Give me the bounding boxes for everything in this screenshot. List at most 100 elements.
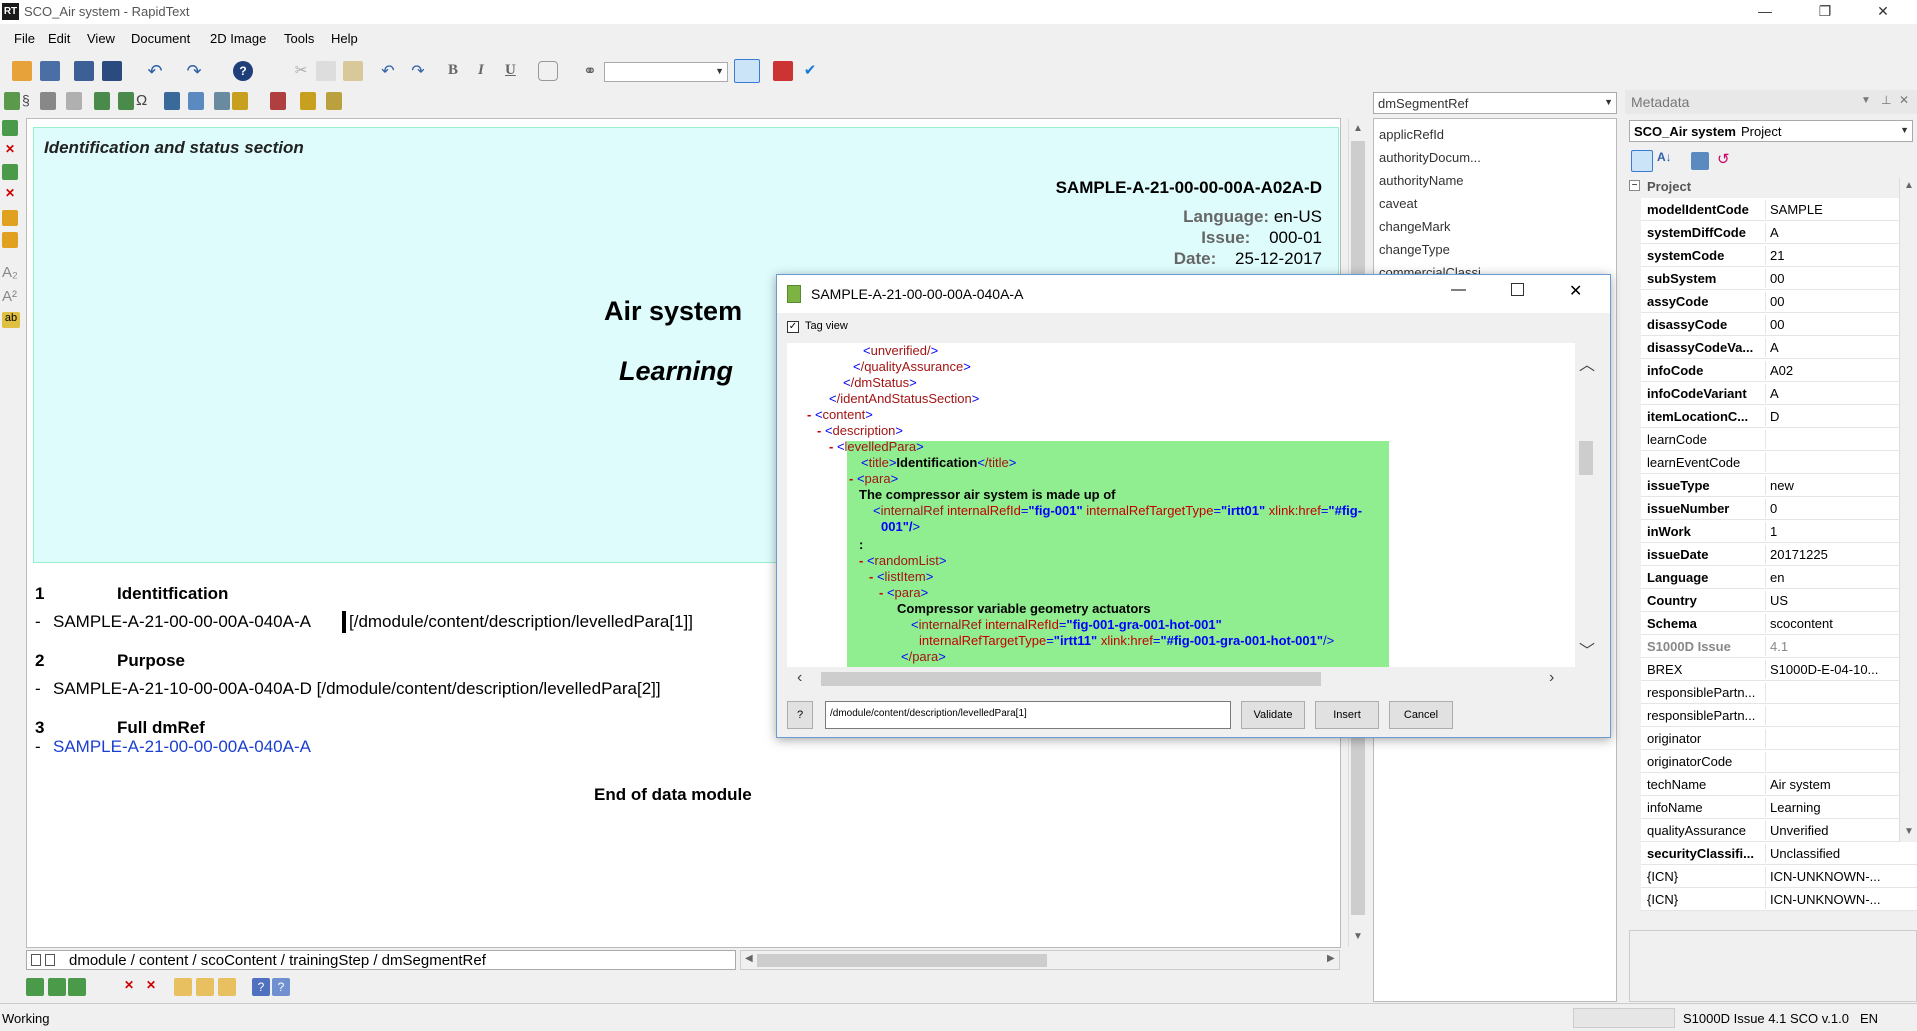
property-value[interactable]: 20171225 [1765, 545, 1905, 564]
property-value[interactable]: en [1765, 568, 1905, 587]
undo-icon[interactable]: ↶ [145, 61, 165, 81]
scroll-left-icon[interactable]: ◀ [745, 953, 753, 964]
xml-hscroll[interactable]: ‹ › [787, 669, 1575, 689]
property-row[interactable]: originatorCode [1641, 750, 1917, 773]
property-value[interactable] [1765, 453, 1905, 472]
property-row[interactable]: Language en [1641, 566, 1917, 589]
item-2-ref[interactable]: SAMPLE-A-21-10-00-00A-040A-D [/dmodule/c… [53, 679, 661, 699]
scroll-up-icon[interactable]: ▲ [1353, 123, 1363, 134]
property-row[interactable]: techName Air system [1641, 773, 1917, 796]
property-value[interactable]: Unclassified [1765, 844, 1905, 863]
screen-icon[interactable] [102, 61, 122, 81]
property-row[interactable]: assyCode 00 [1641, 290, 1917, 313]
delete-icon[interactable]: ✕ [2, 142, 18, 158]
reset-icon[interactable]: ↺ [1717, 150, 1739, 172]
section-icon[interactable]: § [22, 92, 36, 110]
bold-icon[interactable]: B [448, 62, 458, 79]
attr-item[interactable]: changeType [1379, 242, 1450, 257]
save-all-icon[interactable] [74, 61, 94, 81]
help-icon[interactable]: ? [233, 61, 253, 81]
label-icon[interactable]: ab [2, 312, 20, 328]
property-row[interactable]: BREX S1000D-E-04-10... [1641, 658, 1917, 681]
property-row[interactable]: Country US [1641, 589, 1917, 612]
metadata-vscroll[interactable]: ▲ ▼ [1899, 178, 1917, 842]
xml-vscroll[interactable]: ︿ ﹀ [1575, 343, 1597, 667]
property-value[interactable]: new [1765, 476, 1905, 495]
tree-icon[interactable] [31, 954, 41, 966]
xml-hscroll-thumb[interactable] [821, 672, 1321, 686]
property-row[interactable]: disassyCodeVa... A [1641, 336, 1917, 359]
paste-icon[interactable] [343, 61, 363, 81]
insert-button[interactable]: Insert [1315, 701, 1379, 729]
property-value[interactable]: Unverified [1765, 821, 1905, 840]
property-row[interactable]: securityClassifi... Unclassified [1641, 842, 1917, 865]
property-row[interactable]: {ICN} ICN-UNKNOWN-... [1641, 888, 1917, 911]
property-row[interactable]: issueDate 20171225 [1641, 543, 1917, 566]
scroll-right-icon[interactable]: ▶ [1327, 953, 1335, 964]
query-help-icon[interactable]: ? [272, 978, 290, 996]
property-value[interactable]: A02 [1765, 361, 1905, 380]
xml-view[interactable]: <unverified/> </qualityAssurance> </dmSt… [787, 343, 1575, 667]
property-row[interactable]: S1000D Issue 4.1 [1641, 635, 1917, 658]
spellcheck-icon[interactable] [773, 61, 793, 81]
xml-vscroll-thumb[interactable] [1579, 441, 1593, 475]
collapse-icon[interactable]: − [1629, 180, 1640, 191]
property-row[interactable]: disassyCode 00 [1641, 313, 1917, 336]
property-value[interactable]: SAMPLE [1765, 200, 1905, 219]
property-value[interactable]: 00 [1765, 292, 1905, 311]
categorized-icon[interactable] [1631, 150, 1653, 172]
menu-view[interactable]: View [87, 31, 115, 46]
scroll-down-icon[interactable]: ▼ [1904, 826, 1914, 837]
delete-all-icon[interactable]: ✕ [142, 978, 160, 996]
add-green-icon[interactable] [2, 120, 18, 136]
dialog-close-button[interactable]: ✕ [1569, 281, 1582, 301]
menu-2d-image[interactable]: 2D Image [210, 31, 266, 46]
element-selector[interactable]: dmSegmentRef ▼ [1373, 92, 1617, 114]
property-row[interactable]: subSystem 00 [1641, 267, 1917, 290]
property-value[interactable]: ICN-UNKNOWN-... [1765, 867, 1905, 886]
property-value[interactable]: 00 [1765, 315, 1905, 334]
property-value[interactable]: Air system [1765, 775, 1905, 794]
property-row[interactable]: responsiblePartn... [1641, 704, 1917, 727]
undo-small-icon[interactable]: ↶ [378, 61, 398, 81]
property-value[interactable]: 4.1 [1765, 637, 1905, 656]
structure-icon[interactable] [164, 92, 180, 110]
table-add-icon[interactable] [174, 978, 192, 996]
property-row[interactable]: issueType new [1641, 474, 1917, 497]
italic-icon[interactable]: I [478, 62, 484, 79]
image-icon[interactable] [188, 92, 204, 110]
underline-icon[interactable]: U [505, 62, 516, 79]
add-row-icon[interactable] [94, 92, 110, 110]
move-down-icon[interactable] [2, 210, 18, 226]
scroll-down-icon[interactable]: ﹀ [1579, 637, 1595, 661]
table-row-icon[interactable] [218, 978, 236, 996]
caution-icon[interactable] [270, 92, 286, 110]
page-icon[interactable] [45, 954, 55, 966]
property-value[interactable]: ICN-UNKNOWN-... [1765, 890, 1905, 909]
property-value[interactable]: 00 [1765, 269, 1905, 288]
attention-icon[interactable] [326, 92, 342, 110]
property-row[interactable]: learnEventCode [1641, 451, 1917, 474]
item-3-dmref-link[interactable]: SAMPLE-A-21-00-00-00A-040A-A [53, 737, 311, 757]
shapes-icon[interactable] [538, 61, 558, 81]
property-value[interactable]: A [1765, 338, 1905, 357]
property-value[interactable] [1765, 706, 1905, 725]
property-value[interactable]: 0 [1765, 499, 1905, 518]
save-icon[interactable] [40, 61, 60, 81]
open-folder-icon[interactable] [12, 61, 32, 81]
property-row[interactable]: itemLocationC... D [1641, 405, 1917, 428]
menu-tools[interactable]: Tools [284, 31, 314, 46]
superscript-icon[interactable]: A² [2, 288, 20, 306]
style-combo[interactable]: ▼ [604, 62, 728, 82]
minimize-button[interactable]: — [1742, 0, 1788, 24]
item-1-ref[interactable]: SAMPLE-A-21-00-00-00A-040A-A [53, 612, 311, 632]
editor-hscroll-thumb[interactable] [757, 954, 1047, 967]
property-value[interactable]: D [1765, 407, 1905, 426]
scroll-left-icon[interactable]: ‹ [797, 669, 802, 687]
insert-element-icon[interactable] [4, 92, 20, 110]
property-value[interactable]: 1 [1765, 522, 1905, 541]
close-panel-icon[interactable]: ✕ [1899, 93, 1909, 107]
warning-icon[interactable] [232, 92, 248, 110]
comment-icon[interactable] [734, 59, 760, 83]
property-value[interactable] [1765, 729, 1905, 748]
